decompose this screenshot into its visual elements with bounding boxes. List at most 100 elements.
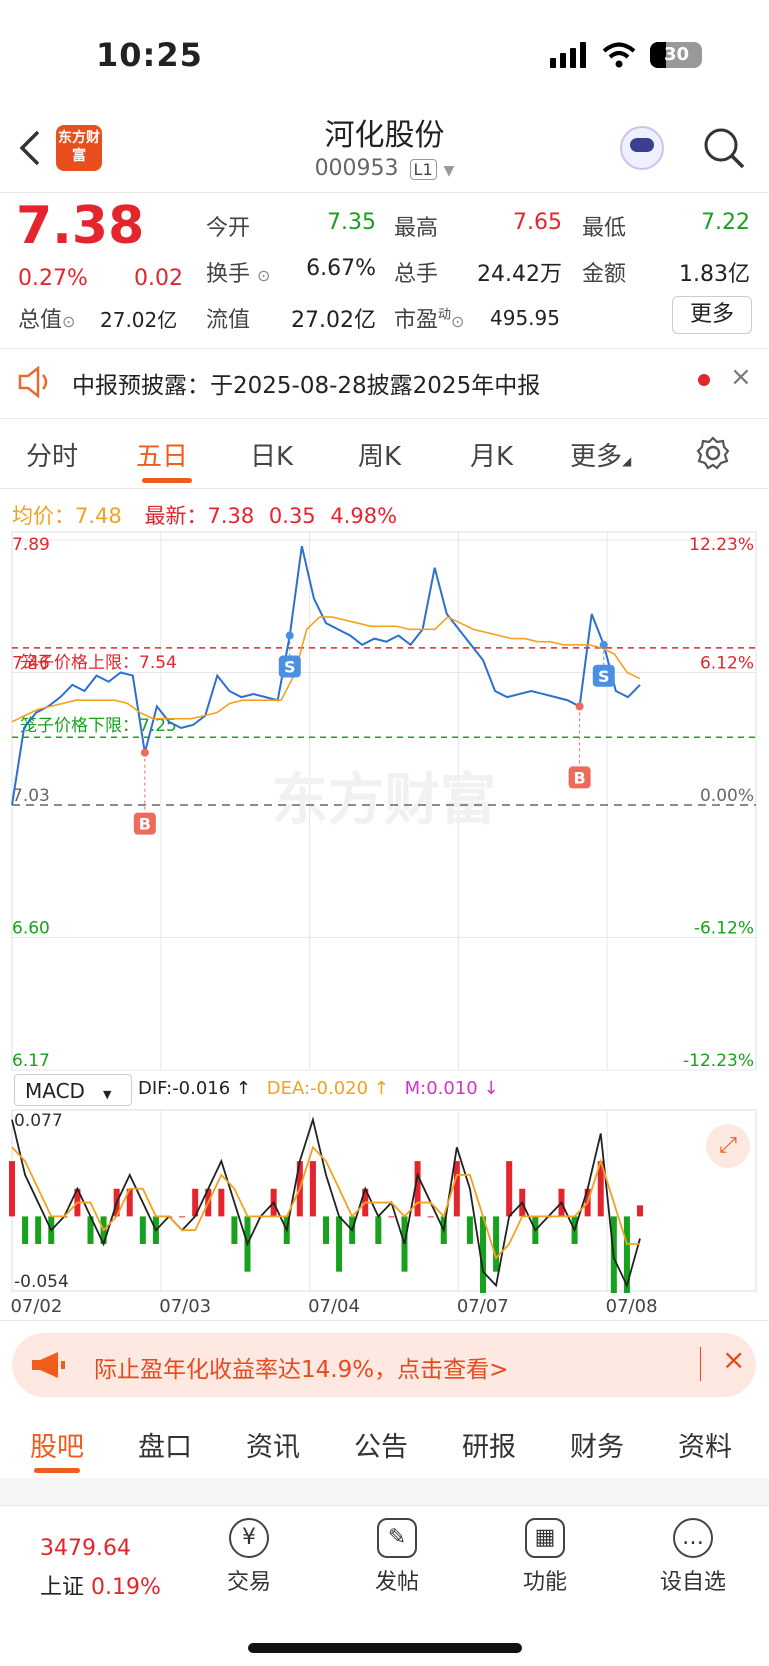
pe-value: 495.95	[490, 306, 560, 330]
trade-marker-label: B	[139, 815, 151, 834]
x-axis-label: 07/04	[308, 1296, 360, 1317]
y-left-tick: 6.17	[12, 1051, 50, 1071]
close-icon[interactable]: ×	[730, 362, 752, 392]
notice-text: 中报预披露：于2025-08-28披露2025年中报	[72, 373, 541, 399]
macd-chart[interactable]: 0.077 -0.054	[0, 1108, 769, 1293]
amount-label: 金额	[582, 262, 627, 287]
tab-five-day[interactable]: 五日	[136, 436, 188, 473]
promo-banner[interactable]: 际止盈年化收益率达14.9%，点击查看> ×	[12, 1333, 756, 1397]
nav-watchlist-label: 设自选	[659, 1570, 726, 1595]
open-label: 今开	[206, 216, 251, 241]
x-axis-label: 07/08	[605, 1296, 658, 1317]
y-right-tick: 12.23%	[689, 535, 754, 555]
low-label: 最低	[582, 216, 627, 241]
avg-label: 均价：	[12, 504, 75, 528]
macd-bar	[453, 1161, 460, 1217]
macd-bar	[35, 1216, 42, 1245]
close-icon[interactable]: ×	[722, 1343, 745, 1376]
nav-trade[interactable]: ¥ 交易	[204, 1518, 294, 1596]
macd-bar	[309, 1161, 316, 1217]
settings-gear-icon[interactable]	[696, 436, 730, 470]
trade-marker-dot	[285, 631, 294, 640]
tab-profile[interactable]: 资料	[678, 1425, 732, 1464]
macd-select[interactable]: MACD ▼	[14, 1074, 132, 1106]
tab-daily-k[interactable]: 日K	[250, 436, 293, 473]
macd-bar	[9, 1161, 15, 1217]
tab-monthly-k[interactable]: 月K	[470, 436, 513, 473]
price-line	[11, 545, 641, 806]
y-right-tick: -12.23%	[683, 1051, 754, 1071]
low-value: 7.22	[701, 210, 750, 235]
info-icon: ⊙	[451, 312, 465, 331]
edit-icon: ✎	[377, 1518, 417, 1558]
nav-watchlist[interactable]: … 设自选	[648, 1518, 738, 1596]
latest-change-pct: 4.98%	[330, 504, 398, 528]
index-value: 3479.64	[40, 1536, 131, 1561]
current-price: 7.38	[16, 196, 145, 256]
trade-marker-label: B	[574, 768, 586, 787]
tab-pankou[interactable]: 盘口	[138, 1425, 192, 1464]
high-value: 7.65	[513, 210, 562, 235]
trade-marker-label: S	[284, 658, 296, 677]
tab-research[interactable]: 研报	[462, 1425, 516, 1464]
tab-more[interactable]: 更多◢	[570, 436, 631, 473]
banner-divider	[700, 1347, 701, 1381]
macd-bar	[506, 1161, 513, 1217]
tab-guba[interactable]: 股吧	[30, 1425, 84, 1464]
tab-finance[interactable]: 财务	[570, 1425, 624, 1464]
index-name: 上证	[40, 1575, 85, 1600]
nav-function[interactable]: ▦ 功能	[500, 1518, 590, 1596]
tab-weekly-k[interactable]: 周K	[358, 436, 401, 473]
change-pct: 0.27%	[18, 266, 88, 291]
total-mv-value: 27.02亿	[100, 308, 178, 332]
nav-post[interactable]: ✎ 发帖	[352, 1518, 442, 1596]
dif-line	[11, 1116, 641, 1289]
y-left-tick: 7.89	[12, 535, 50, 555]
trade-marker-dot	[599, 640, 608, 649]
speaker-icon	[18, 366, 48, 398]
nav-post-label: 发帖	[374, 1570, 419, 1595]
search-icon[interactable]	[702, 126, 746, 170]
tab-announcement[interactable]: 公告	[354, 1425, 408, 1464]
trade-marker-dot	[575, 702, 584, 711]
macd-bar	[637, 1205, 643, 1217]
index-pct: 0.19%	[91, 1575, 161, 1600]
price-chart[interactable]: 7.89 12.23%7.46 6.12%7.03 0.00%6.60 -6.12%6.…	[0, 530, 769, 1072]
macd-bar	[336, 1216, 343, 1272]
y-right-tick: 0.00%	[700, 786, 754, 806]
tab-intraday[interactable]: 分时	[26, 436, 78, 473]
nav-function-label: 功能	[522, 1570, 567, 1595]
pe-label: 市盈动⊙	[394, 307, 465, 333]
notice-bar[interactable]: 中报预披露：于2025-08-28披露2025年中报 ×	[0, 350, 769, 414]
high-label: 最高	[394, 216, 439, 241]
index-widget[interactable]: 3479.64 上证 0.19%	[40, 1536, 161, 1601]
x-axis-label: 07/03	[159, 1296, 212, 1317]
latest-value: 7.38	[207, 504, 255, 528]
macd-bar	[179, 1216, 186, 1218]
expand-icon[interactable]: ⤢	[706, 1124, 750, 1168]
macd-bar	[466, 1216, 473, 1245]
bottom-bar: 3479.64 上证 0.19% ¥ 交易 ✎ 发帖 ▦ 功能 … 设自选	[0, 1505, 769, 1666]
yen-icon: ¥	[229, 1518, 269, 1558]
macd-bar	[427, 1216, 434, 1218]
info-icon: ⊙	[257, 266, 271, 285]
robot-assistant-icon[interactable]	[620, 126, 664, 170]
macd-select-label: MACD	[25, 1079, 85, 1103]
volume-label: 总手	[394, 262, 439, 287]
latest-label: 最新：	[144, 504, 208, 528]
active-tab-indicator	[34, 1468, 80, 1473]
grid-icon: ▦	[525, 1518, 565, 1558]
macd-bar	[388, 1216, 395, 1218]
info-icon: ⊙	[62, 312, 76, 331]
more-button[interactable]: 更多	[672, 296, 752, 334]
macd-top-label: 0.077	[14, 1111, 63, 1131]
turnover-label: 换手 ⊙	[206, 262, 271, 287]
tab-news[interactable]: 资讯	[246, 1425, 300, 1464]
megaphone-icon	[32, 1352, 65, 1378]
y-right-tick: 6.12%	[700, 654, 754, 674]
dif-label: DIF:-0.016 ↑	[138, 1078, 252, 1099]
turnover-value: 6.67%	[306, 256, 376, 281]
latest-change: 0.35	[268, 504, 316, 528]
unread-dot	[698, 374, 710, 386]
wifi-icon	[602, 42, 636, 68]
